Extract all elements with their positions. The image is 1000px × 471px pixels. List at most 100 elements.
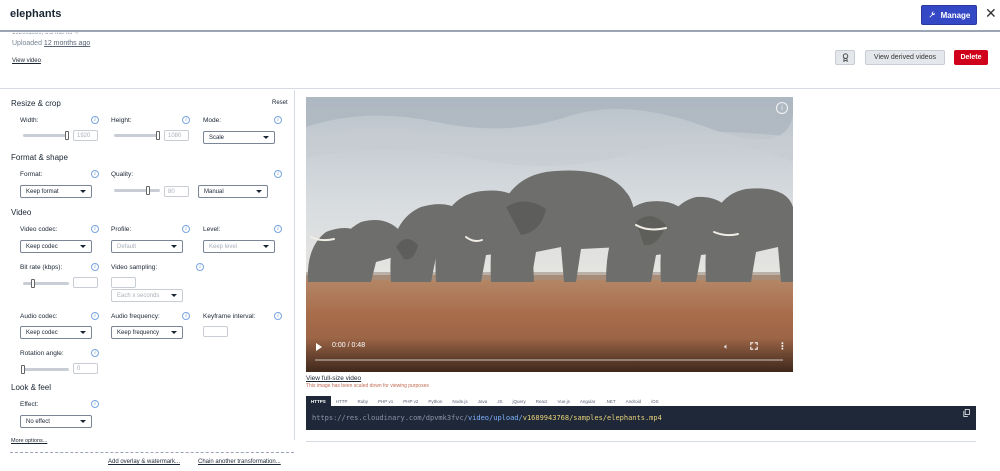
info-icon[interactable]: i <box>91 400 99 408</box>
chevron-down-icon <box>80 190 86 193</box>
quality-input[interactable]: 80 <box>164 186 189 197</box>
code-tab[interactable]: PHP v2 <box>398 396 423 406</box>
video-player[interactable] <box>306 97 793 372</box>
audio-frequency-select[interactable]: Keep frequency <box>111 326 183 339</box>
fullscreen-icon[interactable] <box>750 342 758 350</box>
delivery-url[interactable]: https://res.cloudinary.com/dpvmk3fvc/vid… <box>306 406 976 430</box>
rotation-angle-label: Rotation angle: <box>20 350 64 357</box>
mode-label: Mode: <box>203 117 222 124</box>
panel-divider <box>294 90 295 440</box>
more-options-icon[interactable]: ⋮ <box>778 342 787 351</box>
mode-select[interactable]: Scale <box>203 131 275 144</box>
quality-slider-thumb[interactable] <box>146 186 150 195</box>
add-overlay-link[interactable]: Add overlay & watermark... <box>108 459 180 465</box>
width-slider-thumb[interactable] <box>65 131 69 140</box>
view-derived-videos-button[interactable]: View derived videos <box>865 50 945 65</box>
video-sampling-select[interactable]: Each x seconds <box>111 289 183 302</box>
code-tab[interactable]: React <box>531 396 553 406</box>
chevron-down-icon <box>80 245 86 248</box>
section-resize-crop: Resize & crop <box>11 99 61 108</box>
info-icon[interactable]: i <box>91 312 99 320</box>
code-tab[interactable]: Node.js <box>447 396 472 406</box>
code-tab[interactable]: Vue.js <box>553 396 575 406</box>
height-input[interactable]: 1080 <box>164 130 189 141</box>
effect-select[interactable]: No effect <box>20 415 92 428</box>
format-select[interactable]: Keep format <box>20 185 92 198</box>
video-info-icon[interactable]: i <box>776 102 788 114</box>
code-tab[interactable]: Java <box>473 396 493 406</box>
info-icon[interactable]: i <box>274 312 282 320</box>
audio-frequency-value: Keep frequency <box>117 329 160 336</box>
delete-button[interactable]: Delete <box>954 50 988 65</box>
volume-icon[interactable]: 🔈︎ <box>724 342 729 352</box>
info-icon[interactable]: i <box>91 225 99 233</box>
code-tab[interactable]: Python <box>423 396 447 406</box>
rotation-slider-thumb[interactable] <box>21 365 25 374</box>
height-slider[interactable] <box>114 134 160 137</box>
bitrate-input[interactable] <box>73 277 98 288</box>
divider <box>10 452 294 453</box>
code-tab[interactable]: PHP v1 <box>373 396 398 406</box>
bitrate-slider-thumb[interactable] <box>31 279 35 288</box>
quality-mode-select[interactable]: Manual <box>198 185 268 198</box>
full-size-video-link[interactable]: View full-size video <box>306 375 361 382</box>
profile-select[interactable]: Default <box>111 240 183 253</box>
chevron-down-icon <box>171 294 177 297</box>
info-icon[interactable]: i <box>196 263 204 271</box>
profile-value: Default <box>117 243 137 250</box>
manage-button[interactable]: Manage <box>921 5 977 25</box>
modal-header <box>0 0 1000 32</box>
chain-transformation-link[interactable]: Chain another transformation... <box>198 459 281 465</box>
audio-codec-select[interactable]: Keep codec <box>20 326 92 339</box>
mode-value: Scale <box>209 134 225 141</box>
code-tab[interactable]: jQuery <box>507 396 530 406</box>
uploaded-relative-time: 12 months ago <box>43 40 91 47</box>
badge-button[interactable] <box>835 50 855 65</box>
uploaded-prefix: Uploaded <box>12 40 42 47</box>
code-tab[interactable]: .NET <box>600 396 620 406</box>
width-input[interactable]: 1920 <box>73 130 98 141</box>
copy-icon[interactable] <box>963 409 970 417</box>
info-icon[interactable]: i <box>274 116 282 124</box>
video-progress-bar[interactable] <box>315 359 783 361</box>
section-video: Video <box>11 208 32 217</box>
play-icon[interactable] <box>316 343 322 351</box>
code-tab[interactable]: JS <box>492 396 507 406</box>
info-icon[interactable]: i <box>91 349 99 357</box>
view-video-link[interactable]: View video <box>12 58 41 64</box>
code-tab[interactable]: HTTP <box>331 396 353 406</box>
bitrate-slider[interactable] <box>23 282 69 285</box>
video-codec-select[interactable]: Keep codec <box>20 240 92 253</box>
info-icon[interactable]: i <box>182 225 190 233</box>
close-icon[interactable]: ✕ <box>985 6 997 20</box>
height-slider-thumb[interactable] <box>156 131 160 140</box>
width-slider[interactable] <box>23 134 69 137</box>
video-frame <box>306 97 793 372</box>
code-tab[interactable]: iOS <box>646 396 664 406</box>
reset-link[interactable]: Reset <box>272 100 288 106</box>
info-icon[interactable]: i <box>182 312 190 320</box>
code-tab[interactable]: Angular <box>575 396 601 406</box>
info-icon[interactable]: i <box>91 116 99 124</box>
info-icon[interactable]: i <box>91 170 99 178</box>
level-select[interactable]: Keep level <box>203 240 275 253</box>
more-options-link[interactable]: More options... <box>11 438 47 444</box>
profile-label: Profile: <box>111 226 132 233</box>
keyframe-interval-input[interactable] <box>203 326 228 337</box>
quality-mode-value: Manual <box>204 188 224 195</box>
quality-slider[interactable] <box>114 189 160 192</box>
level-label: Level: <box>203 226 221 233</box>
scaled-note: This image has been scaled down for view… <box>306 383 429 389</box>
quality-label: Quality: <box>111 171 134 178</box>
info-icon[interactable]: i <box>274 225 282 233</box>
info-icon[interactable]: i <box>91 263 99 271</box>
code-tab[interactable]: Ruby <box>353 396 374 406</box>
rotation-slider[interactable] <box>23 368 69 371</box>
rotation-input[interactable]: 0 <box>73 363 98 374</box>
info-icon[interactable]: i <box>182 116 190 124</box>
info-icon[interactable]: i <box>274 170 282 178</box>
code-tab[interactable]: HTTPS <box>306 396 331 406</box>
url-base: https://res.cloudinary.com/dpvmk3fvc/ <box>312 414 468 422</box>
code-tab[interactable]: Android <box>621 396 647 406</box>
video-sampling-input[interactable] <box>111 277 136 288</box>
